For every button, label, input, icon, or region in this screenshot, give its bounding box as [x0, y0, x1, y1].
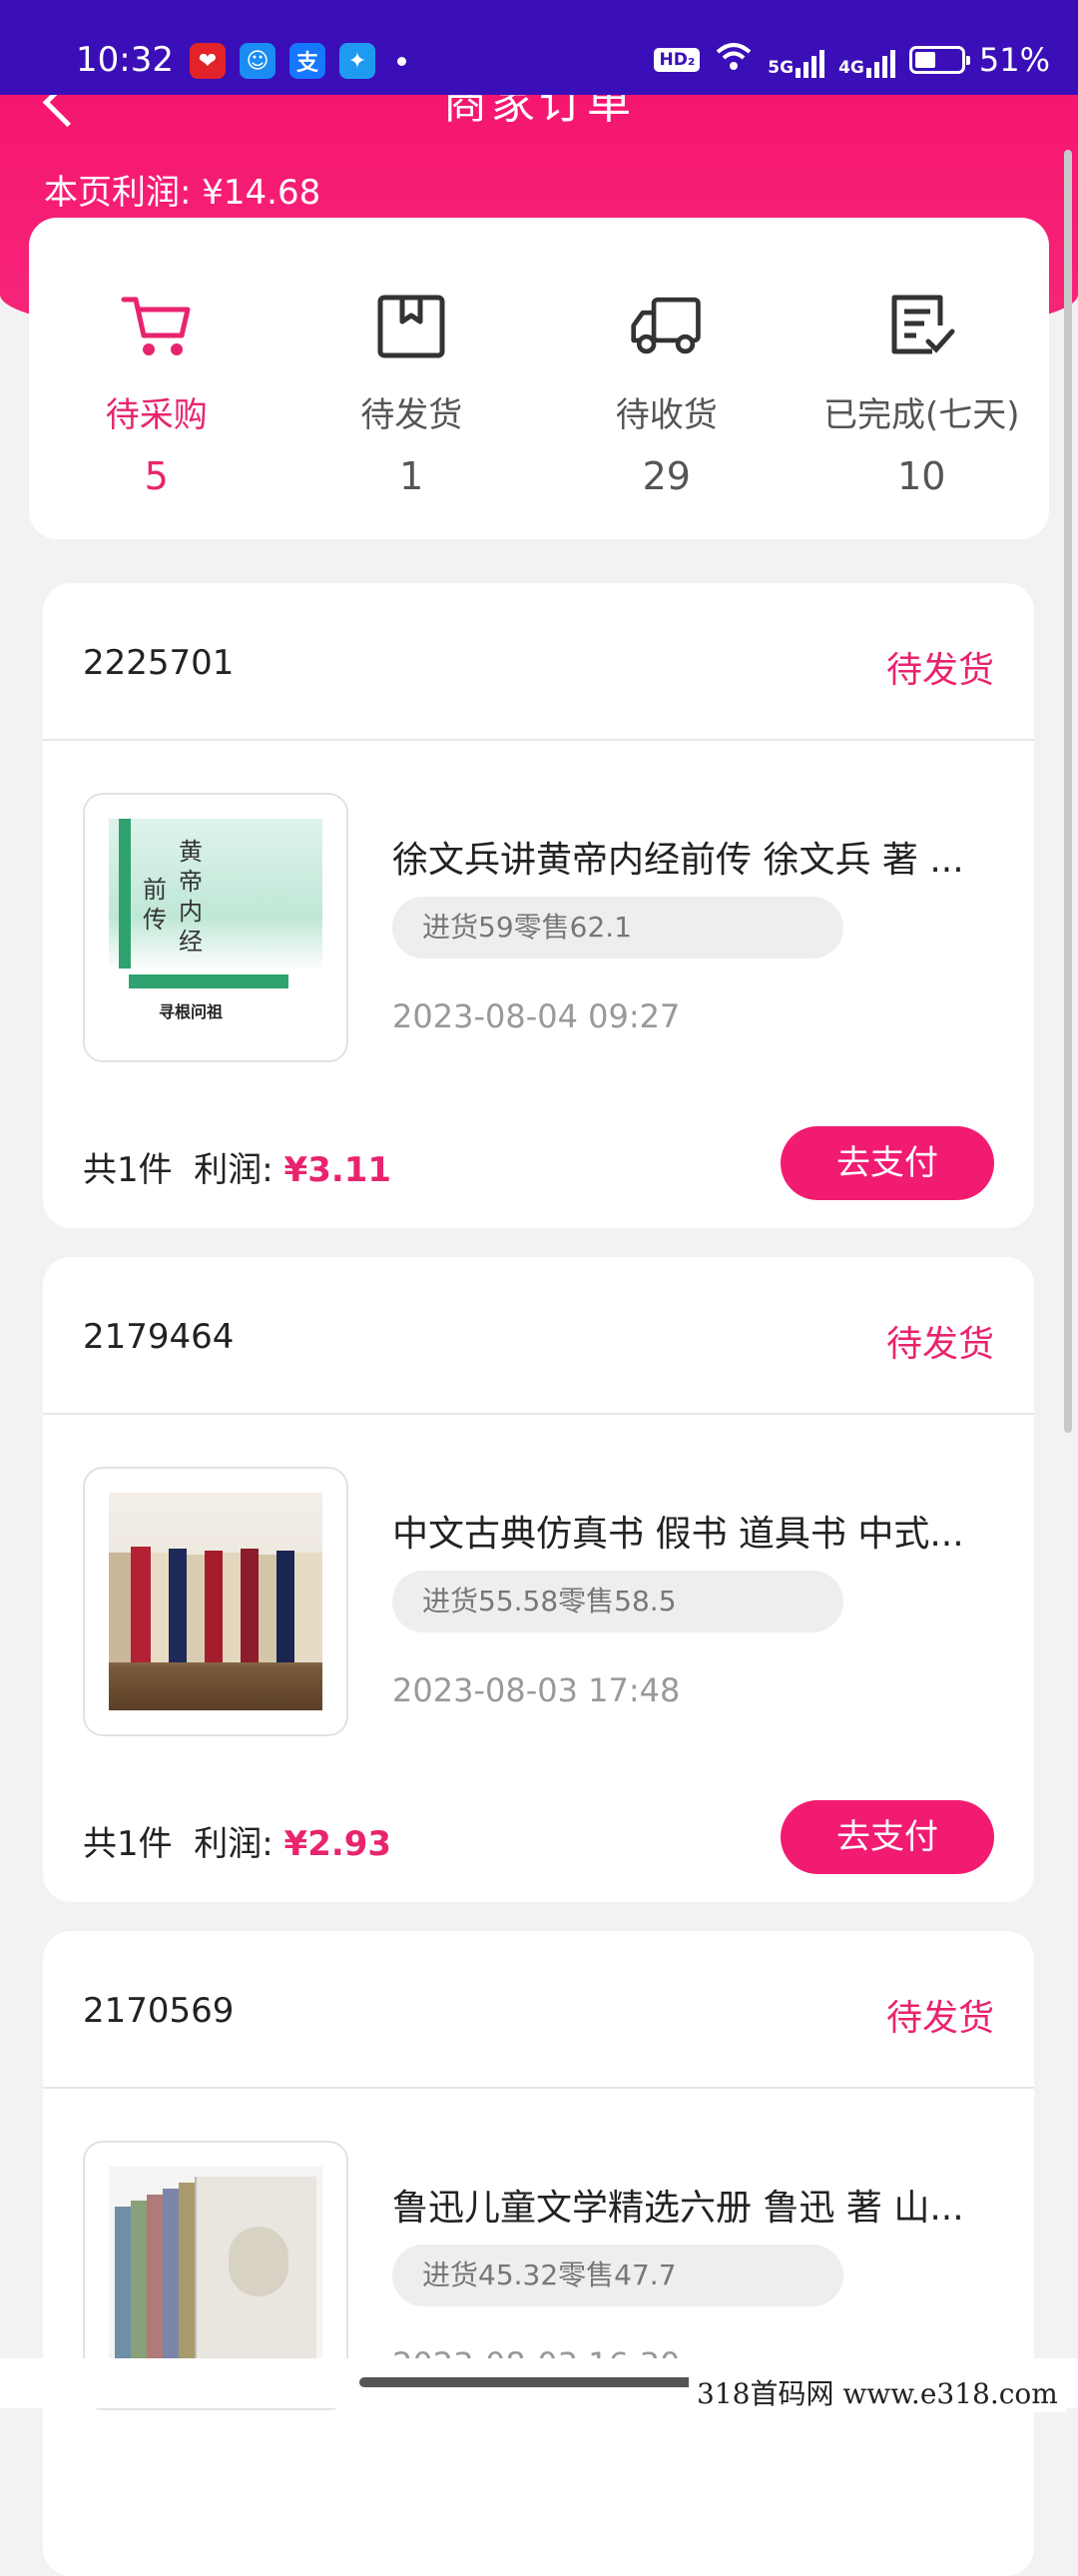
- product-title[interactable]: 鲁迅儿童文学精选六册 鲁迅 著 山...: [392, 2179, 991, 2231]
- order-id: 2225701: [83, 643, 235, 683]
- signal-5g-icon: 5G: [768, 42, 825, 78]
- order-quantity: 共1件: [83, 1824, 173, 1864]
- order-profit-value: ¥2.93: [283, 1824, 392, 1864]
- order-profit-value: ¥3.11: [283, 1150, 392, 1190]
- product-title[interactable]: 徐文兵讲黄帝内经前传 徐文兵 著 ...: [392, 831, 991, 883]
- summary-count: 5: [144, 454, 169, 498]
- order-id: 2170569: [83, 1991, 235, 2031]
- more-dot-icon: [397, 56, 406, 66]
- book-cover-text: 前传: [143, 876, 167, 934]
- product-thumbnail[interactable]: 黄帝内经 前传 寻根问祖: [83, 793, 348, 1062]
- product-title[interactable]: 中文古典仿真书 假书 道具书 中式...: [392, 1505, 991, 1557]
- order-profit-label: 利润:: [194, 1824, 273, 1864]
- pay-button[interactable]: 去支付: [781, 1800, 994, 1874]
- bot-notification-icon: ☺: [240, 43, 275, 79]
- order-status: 待发货: [885, 1324, 994, 1365]
- truck-icon: [631, 297, 701, 354]
- order-time: 2023-08-04 09:27: [392, 997, 681, 1035]
- battery-icon: [908, 46, 970, 74]
- summary-pending-receipt[interactable]: 待收货 29: [539, 218, 795, 539]
- package-icon: [377, 295, 445, 358]
- order-card[interactable]: 2179464 待发货 中文古典仿真书 假书 道具书 中式... 进货55.58…: [43, 1257, 1034, 1902]
- page-profit-label: 本页利润:: [44, 173, 192, 213]
- order-summary-card: 待采购 5 待发货 1 待收货 29 已完成(七天) 10: [29, 218, 1049, 539]
- order-card[interactable]: 2170569 待发货 鲁迅儿童文学精选六册 鲁迅 著 山... 进货45.32…: [43, 1931, 1034, 2576]
- wifi-icon: [714, 40, 754, 80]
- status-time: 10:32: [76, 40, 174, 80]
- order-profit-label: 利润:: [194, 1150, 273, 1190]
- order-status: 待发货: [885, 1998, 994, 2039]
- cart-icon: [121, 297, 191, 355]
- alipay-notification-icon: 支: [289, 43, 325, 79]
- book-cover-text: 黄帝内经: [179, 838, 203, 956]
- home-indicator[interactable]: [359, 2377, 719, 2387]
- summary-label: 待收货: [615, 395, 718, 435]
- order-id: 2179464: [83, 1317, 235, 1357]
- summary-pending-shipment[interactable]: 待发货 1: [284, 218, 540, 539]
- watermark: 318首码网 www.e318.com: [689, 2372, 1066, 2412]
- signal-4g-icon: 4G: [838, 42, 895, 78]
- order-header: 2170569 待发货: [43, 1931, 1034, 2089]
- page-profit-value: ¥14.68: [202, 173, 321, 213]
- order-status: 待发货: [885, 650, 994, 691]
- scrollbar[interactable]: [1064, 150, 1072, 1433]
- order-card[interactable]: 2225701 待发货 黄帝内经 前传 寻根问祖 徐文兵讲黄帝内经前传 徐文兵 …: [43, 583, 1034, 1228]
- app-notification-icon: ❤: [190, 43, 226, 79]
- order-footer: 共1件 利润: ¥2.93: [83, 1816, 391, 1865]
- summary-completed[interactable]: 已完成(七天) 10: [795, 218, 1050, 539]
- summary-count: 1: [399, 454, 424, 498]
- order-header: 2225701 待发货: [43, 583, 1034, 741]
- order-time: 2023-08-03 17:48: [392, 1671, 681, 1709]
- status-right: HD₂ 5G 4G 51%: [654, 40, 1050, 80]
- summary-pending-purchase[interactable]: 待采购 5: [29, 218, 284, 539]
- book-cover-text: 寻根问祖: [159, 1002, 224, 1021]
- pay-button[interactable]: 去支付: [781, 1126, 994, 1200]
- hd-icon: HD₂: [654, 48, 701, 72]
- summary-count: 10: [897, 454, 946, 498]
- order-footer: 共1件 利润: ¥3.11: [83, 1142, 391, 1191]
- price-info: 进货55.58零售58.5: [392, 1571, 843, 1632]
- summary-label: 待采购: [105, 395, 208, 435]
- notification-icons: ❤ ☺ 支 ✦: [190, 43, 406, 79]
- order-quantity: 共1件: [83, 1150, 173, 1190]
- price-info: 进货59零售62.1: [392, 897, 843, 959]
- checklist-icon: [891, 295, 955, 354]
- summary-count: 29: [642, 454, 691, 498]
- bird-notification-icon: ✦: [339, 43, 375, 79]
- status-bar: 10:32 ❤ ☺ 支 ✦ HD₂ 5G 4G 51%: [0, 0, 1078, 95]
- page-profit: 本页利润: ¥14.68: [44, 165, 320, 214]
- battery-percent: 51%: [978, 41, 1050, 79]
- price-info: 进货45.32零售47.7: [392, 2245, 843, 2306]
- product-thumbnail[interactable]: [83, 1467, 348, 1736]
- summary-label: 已完成(七天): [822, 395, 1020, 435]
- order-header: 2179464 待发货: [43, 1257, 1034, 1415]
- summary-label: 待发货: [360, 395, 463, 435]
